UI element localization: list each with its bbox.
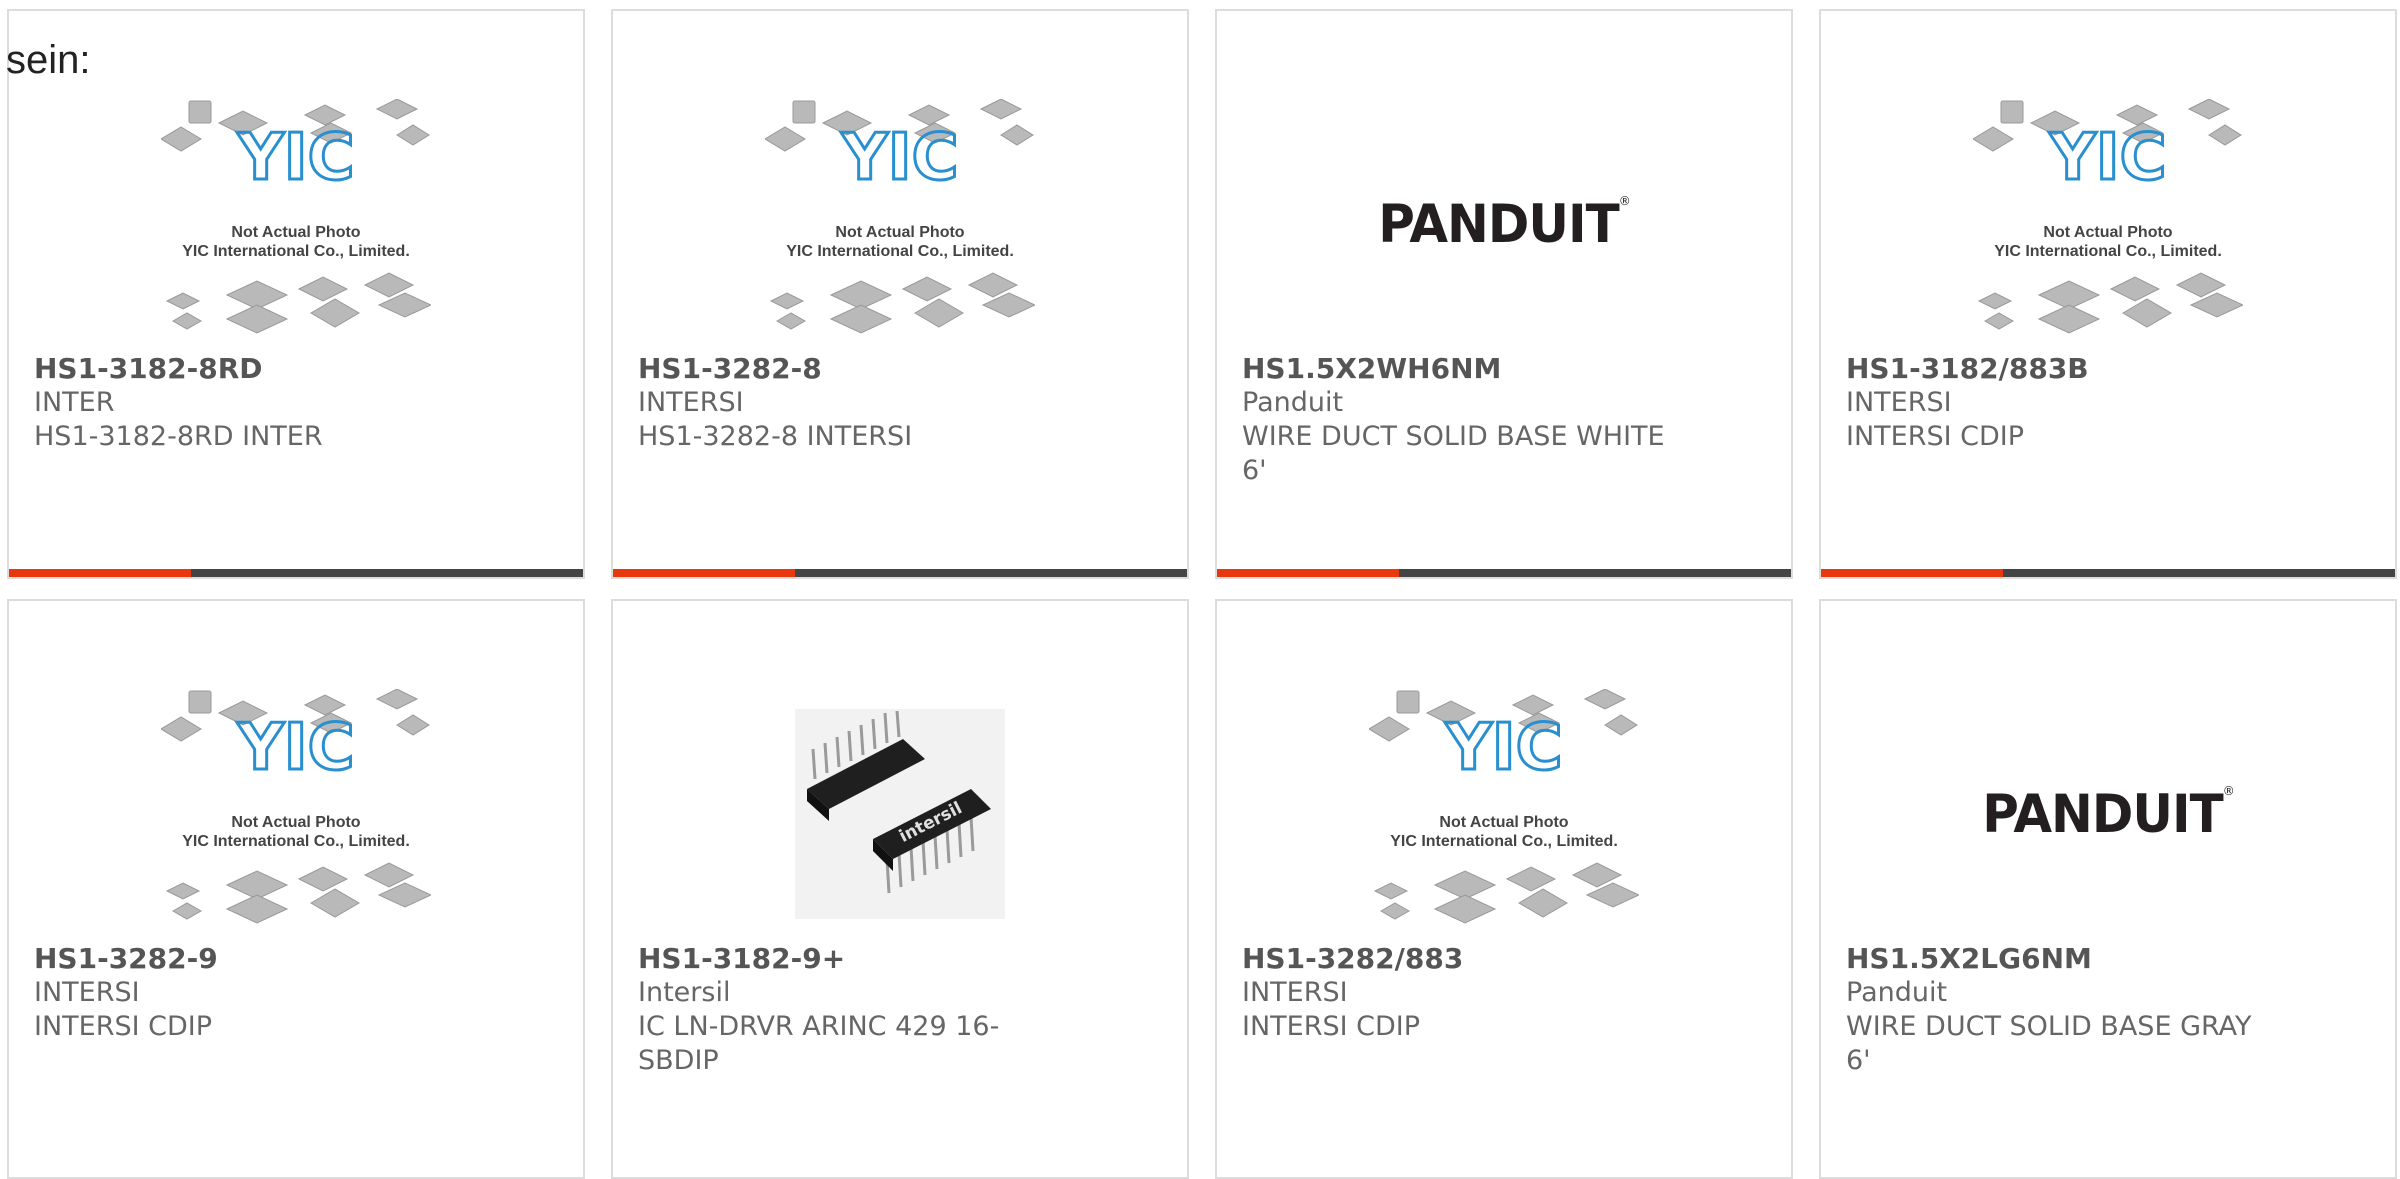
description: IC LN-DRVR ARINC 429 16-SBDIP	[638, 1011, 1000, 1076]
description: WIRE DUCT SOLID BASE GRAY 6'	[1846, 1011, 2252, 1076]
placeholder-caption-2: YIC International Co., Limited.	[1994, 243, 2222, 260]
card-bottom-bar	[1217, 569, 1791, 577]
placeholder-caption-1: Not Actual Photo	[2043, 224, 2172, 241]
placeholder-caption-1: Not Actual Photo	[231, 814, 360, 831]
manufacturer: INTERSI	[638, 387, 744, 418]
yic-logo-text: YIC	[236, 711, 354, 785]
product-card[interactable]: YIC Not Actual Photo YIC International C…	[7, 9, 585, 579]
manufacturer: INTERSI	[1846, 387, 1952, 418]
description: INTERSI CDIP	[34, 1011, 213, 1042]
description: INTERSI CDIP	[1846, 421, 2025, 452]
yic-placeholder-image: YIC Not Actual Photo YIC International C…	[161, 99, 431, 334]
product-card[interactable]: PANDUIT® HS1.5X2WH6NM Panduit WIRE DUCT …	[1215, 9, 1793, 579]
description: HS1-3282-8 INTERSI	[638, 421, 913, 452]
placeholder-caption-1: Not Actual Photo	[835, 224, 964, 241]
product-image[interactable]: YIC Not Actual Photo YIC International C…	[9, 99, 583, 349]
part-number-link[interactable]: HS1-3182-8RD	[34, 352, 463, 386]
product-card[interactable]: intersil HS1-3182-9+ Intersil IC LN-DRVR…	[611, 599, 1189, 1179]
yic-placeholder-image: YIC Not Actual Photo YIC International C…	[1369, 689, 1639, 924]
description: WIRE DUCT SOLID BASE WHITE 6'	[1242, 421, 1665, 486]
description: INTERSI CDIP	[1242, 1011, 1421, 1042]
manufacturer: Panduit	[1242, 387, 1344, 418]
yic-placeholder-image: YIC Not Actual Photo YIC International C…	[765, 99, 1035, 334]
product-card[interactable]: YIC Not Actual Photo YIC International C…	[611, 9, 1189, 579]
card-bottom-bar-accent	[9, 569, 191, 577]
placeholder-caption-2: YIC International Co., Limited.	[786, 243, 1014, 260]
part-number-link[interactable]: HS1-3182/883B	[1846, 352, 2275, 386]
placeholder-caption-2: YIC International Co., Limited.	[1390, 833, 1618, 850]
description: HS1-3182-8RD INTER	[34, 421, 323, 452]
placeholder-caption-1: Not Actual Photo	[231, 224, 360, 241]
card-bottom-bar	[613, 569, 1187, 577]
product-card[interactable]: YIC Not Actual Photo YIC International C…	[7, 599, 585, 1179]
part-number-link[interactable]: HS1-3282-8	[638, 352, 1067, 386]
product-card[interactable]: YIC Not Actual Photo YIC International C…	[1215, 599, 1793, 1179]
product-image[interactable]: PANDUIT®	[1217, 99, 1791, 349]
yic-logo-text: YIC	[1444, 711, 1562, 785]
manufacturer: INTERSI	[34, 977, 140, 1008]
panduit-logo: PANDUIT®	[1982, 783, 2234, 845]
card-bottom-bar	[1821, 569, 2395, 577]
page-label: sein:	[6, 38, 91, 82]
part-number-link[interactable]: HS1.5X2WH6NM	[1242, 352, 1671, 386]
yic-placeholder-image: YIC Not Actual Photo YIC International C…	[161, 689, 431, 924]
product-image[interactable]: YIC Not Actual Photo YIC International C…	[1217, 689, 1791, 939]
yic-logo-text: YIC	[2048, 121, 2166, 195]
product-image[interactable]: YIC Not Actual Photo YIC International C…	[613, 99, 1187, 349]
product-card[interactable]: PANDUIT® HS1.5X2LG6NM Panduit WIRE DUCT …	[1819, 599, 2397, 1179]
yic-logo-text: YIC	[840, 121, 958, 195]
part-number-link[interactable]: HS1-3182-9+	[638, 942, 1067, 976]
dip-chip-photo: intersil	[795, 709, 1005, 919]
part-number-link[interactable]: HS1-3282/883	[1242, 942, 1671, 976]
product-image[interactable]: YIC Not Actual Photo YIC International C…	[1821, 99, 2395, 349]
placeholder-caption-1: Not Actual Photo	[1439, 814, 1568, 831]
yic-logo-text: YIC	[236, 121, 354, 195]
yic-placeholder-image: YIC Not Actual Photo YIC International C…	[1973, 99, 2243, 334]
manufacturer: Panduit	[1846, 977, 1948, 1008]
card-bottom-bar-accent	[613, 569, 795, 577]
card-bottom-bar-accent	[1217, 569, 1399, 577]
product-card[interactable]: YIC Not Actual Photo YIC International C…	[1819, 9, 2397, 579]
placeholder-caption-2: YIC International Co., Limited.	[182, 243, 410, 260]
part-number-link[interactable]: HS1.5X2LG6NM	[1846, 942, 2275, 976]
placeholder-caption-2: YIC International Co., Limited.	[182, 833, 410, 850]
product-image[interactable]: PANDUIT®	[1821, 689, 2395, 939]
manufacturer: Intersil	[638, 977, 731, 1008]
product-image[interactable]: YIC Not Actual Photo YIC International C…	[9, 689, 583, 939]
card-bottom-bar-accent	[1821, 569, 2003, 577]
part-number-link[interactable]: HS1-3282-9	[34, 942, 463, 976]
manufacturer: INTER	[34, 387, 115, 418]
product-image[interactable]: intersil	[613, 689, 1187, 939]
card-bottom-bar	[9, 569, 583, 577]
manufacturer: INTERSI	[1242, 977, 1348, 1008]
panduit-logo: PANDUIT®	[1378, 193, 1630, 255]
